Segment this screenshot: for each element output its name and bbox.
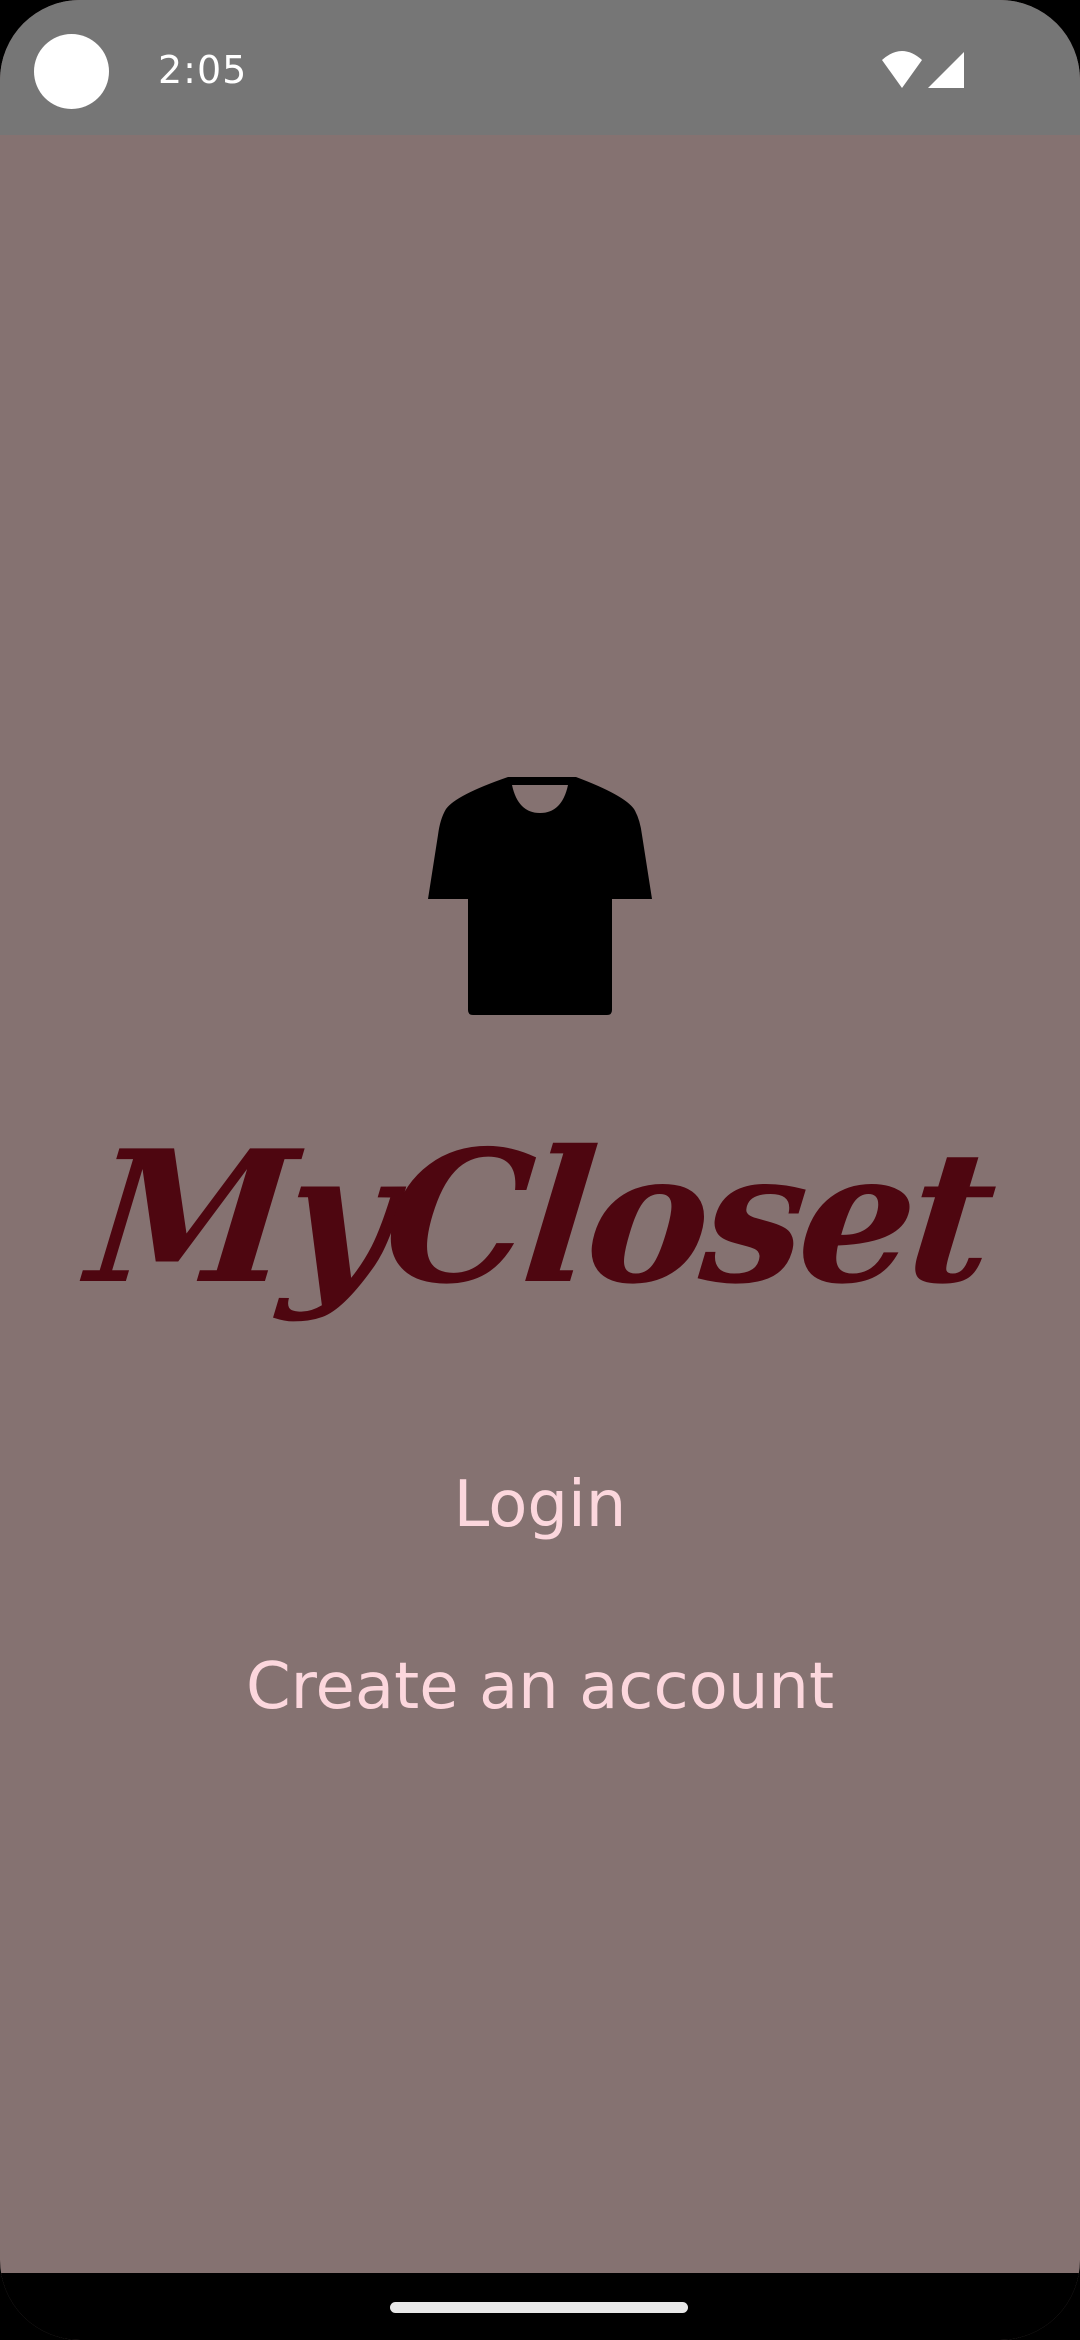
signal-icon — [928, 52, 964, 88]
login-button[interactable]: Login — [340, 1450, 740, 1560]
status-bar: 2:05 — [0, 0, 1080, 135]
home-gesture-handle[interactable] — [390, 2302, 688, 2313]
app-screen: 2:05 MyCloset Login Create an account — [0, 0, 1080, 2340]
navigation-bar — [0, 2273, 1080, 2340]
camera-cutout — [34, 34, 109, 109]
t-shirt-icon — [428, 777, 652, 1015]
main-content: MyCloset Login Create an account — [0, 135, 1080, 2273]
wifi-icon — [882, 51, 922, 88]
app-title: MyCloset — [80, 1110, 1000, 1324]
status-time: 2:05 — [158, 48, 248, 92]
create-account-button[interactable]: Create an account — [190, 1632, 890, 1742]
